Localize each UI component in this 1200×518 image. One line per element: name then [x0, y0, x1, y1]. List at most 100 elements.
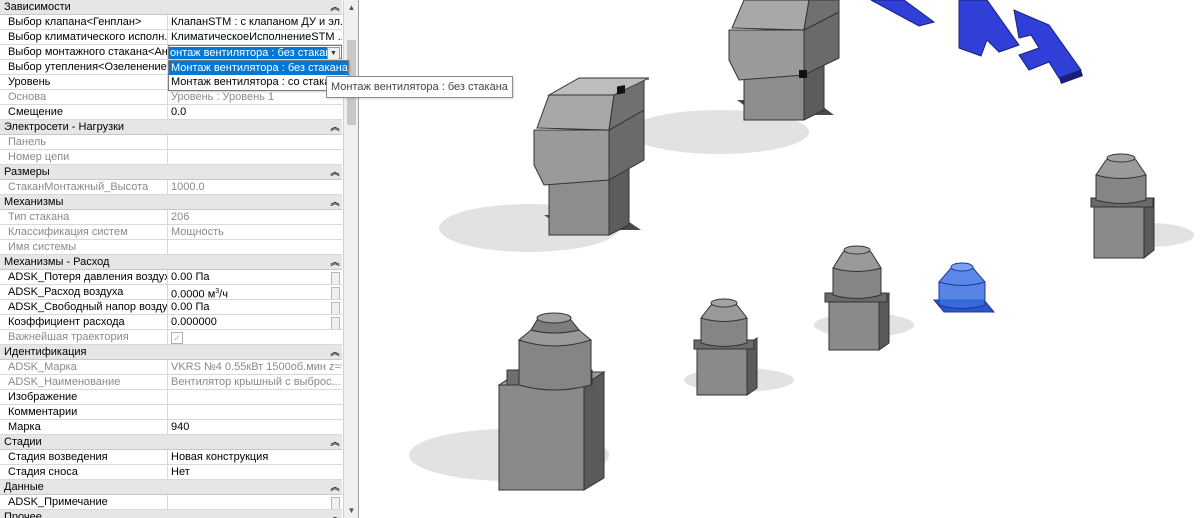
- property-row: Номер цепи: [0, 150, 342, 165]
- property-name: ADSK_Свободный напор воздуха: [0, 300, 168, 314]
- property-name: Смещение: [0, 105, 168, 119]
- property-value[interactable]: 0.0: [168, 105, 342, 119]
- property-name: Основа: [0, 90, 168, 104]
- value-text: 0.00 Па: [171, 301, 210, 313]
- group-mechanical-flow[interactable]: Механизмы - Расход ︽: [0, 255, 342, 270]
- property-row[interactable]: ADSK_Примечание: [0, 495, 342, 510]
- group-phasing[interactable]: Стадии ︽: [0, 435, 342, 450]
- property-value[interactable]: 0.0000 м3/ч: [168, 285, 342, 299]
- collapse-icon[interactable]: ︽: [328, 345, 342, 359]
- property-value[interactable]: [168, 495, 342, 509]
- group-title: Прочее: [4, 511, 42, 518]
- property-name: Имя системы: [0, 240, 168, 254]
- property-value: Уровень : Уровень 1: [171, 91, 275, 103]
- roof-fan-selected[interactable]: [932, 262, 996, 313]
- group-electrical[interactable]: Электросети - Нагрузки ︽: [0, 120, 342, 135]
- unit-suffix: /ч: [219, 288, 228, 299]
- property-row[interactable]: Выбор клапана<Генплан> КлапанSTM : с кла…: [0, 15, 342, 30]
- property-name: ADSK_Примечание: [0, 495, 168, 509]
- property-name: Панель: [0, 135, 168, 149]
- group-mechanical[interactable]: Механизмы ︽: [0, 195, 342, 210]
- property-row[interactable]: ADSK_Свободный напор воздуха 0.00 Па: [0, 300, 342, 315]
- tooltip: Монтаж вентилятора : без стакана: [326, 76, 513, 98]
- collapse-icon[interactable]: ︽: [328, 165, 342, 179]
- group-identity[interactable]: Идентификация ︽: [0, 345, 342, 360]
- property-value[interactable]: Новая конструкция: [168, 450, 342, 464]
- property-row[interactable]: Марка 940: [0, 420, 342, 435]
- mounting-combobox[interactable]: онтаж вентилятора : без стакана ▼: [168, 45, 342, 59]
- property-row[interactable]: Комментарии: [0, 405, 342, 420]
- chevron-down-icon[interactable]: ▼: [327, 47, 340, 59]
- dropdown-option[interactable]: Монтаж вентилятора : без стакана: [169, 61, 348, 75]
- associate-parameter-button[interactable]: [331, 497, 340, 509]
- property-row[interactable]: ADSK_Расход воздуха 0.0000 м3/ч: [0, 285, 342, 300]
- property-row[interactable]: Стадия сноса Нет: [0, 465, 342, 480]
- collapse-icon[interactable]: ︽: [328, 510, 342, 518]
- mounting-dropdown-list[interactable]: Монтаж вентилятора : без стакана Монтаж …: [168, 60, 349, 91]
- property-value: Вентилятор крышный с выброс...: [171, 376, 341, 388]
- collapse-icon[interactable]: ︽: [328, 255, 342, 269]
- property-name: Классификация систем: [0, 225, 168, 239]
- property-row: Имя системы: [0, 240, 342, 255]
- collapse-icon[interactable]: ︽: [328, 480, 342, 494]
- property-name: Важнейшая траектория: [0, 330, 168, 344]
- property-value: 1000.0: [171, 181, 205, 193]
- property-row[interactable]: Изображение: [0, 390, 342, 405]
- combobox-field[interactable]: онтаж вентилятора : без стакана ▼: [168, 45, 342, 59]
- group-other[interactable]: Прочее ︽: [0, 510, 342, 518]
- property-name: Выбор климатического исполн...: [0, 30, 168, 44]
- collapse-icon[interactable]: ︽: [328, 0, 342, 14]
- associate-parameter-button[interactable]: [331, 302, 340, 314]
- roof-fan-cylinder-medium[interactable]: [693, 298, 758, 396]
- dropdown-option[interactable]: Монтаж вентилятора : со стакано: [169, 75, 348, 89]
- property-row: ADSK_Наименование Вентилятор крышный с в…: [0, 375, 342, 390]
- property-value[interactable]: [168, 405, 342, 419]
- combobox-selected-text: онтаж вентилятора : без стакана: [169, 47, 339, 59]
- roof-fan-hood-large[interactable]: [728, 0, 840, 121]
- property-row[interactable]: Выбор климатического исполн... Климатиче…: [0, 30, 342, 45]
- property-row[interactable]: Смещение 0.0: [0, 105, 342, 120]
- scroll-up-icon[interactable]: ▲: [344, 0, 358, 15]
- group-data[interactable]: Данные ︽: [0, 480, 342, 495]
- property-name: ADSK_Расход воздуха: [0, 285, 168, 299]
- roof-fan-hood-large[interactable]: [533, 77, 650, 236]
- property-row[interactable]: Выбор монтажного стакана<Ан... онтаж вен…: [0, 45, 342, 60]
- value-text: 0.000000: [171, 316, 217, 328]
- property-value[interactable]: 0.000000: [168, 315, 342, 329]
- property-value[interactable]: Нет: [168, 465, 342, 479]
- associate-parameter-button[interactable]: [331, 317, 340, 329]
- property-value[interactable]: 940: [168, 420, 342, 434]
- property-row[interactable]: Стадия возведения Новая конструкция: [0, 450, 342, 465]
- roof-fan-cylinder-large[interactable]: [497, 312, 606, 491]
- roof-fan-cylinder-medium[interactable]: [824, 245, 890, 351]
- property-row: СтаканМонтажный_Высота 1000.0: [0, 180, 342, 195]
- property-row: Тип стакана 206: [0, 210, 342, 225]
- property-value[interactable]: 0.00 Па: [168, 270, 342, 284]
- property-value: 206: [171, 211, 190, 223]
- property-name: ADSK_Наименование: [0, 375, 168, 389]
- property-value[interactable]: КлапанSTM : с клапаном ДУ и эл...: [168, 15, 342, 29]
- roof-fan-cylinder-small[interactable]: [1090, 153, 1155, 260]
- property-name: ADSK_Потеря давления воздуха: [0, 270, 168, 284]
- property-value: [168, 150, 342, 164]
- property-row: Основа Уровень : Уровень 1: [0, 90, 342, 105]
- collapse-icon[interactable]: ︽: [328, 435, 342, 449]
- property-value[interactable]: [168, 390, 342, 404]
- property-name: СтаканМонтажный_Высота: [0, 180, 168, 194]
- group-dimensions[interactable]: Размеры ︽: [0, 165, 342, 180]
- group-title: Зависимости: [4, 1, 71, 13]
- property-row[interactable]: ADSK_Потеря давления воздуха 0.00 Па: [0, 270, 342, 285]
- group-constraints[interactable]: Зависимости ︽: [0, 0, 342, 15]
- model-text-3d: [870, 0, 1083, 84]
- scroll-down-icon[interactable]: ▼: [344, 503, 358, 518]
- property-name: Выбор утепления<Озеленение>: [0, 60, 168, 74]
- property-value[interactable]: КлиматическоеИсполнениеSTM ...: [168, 30, 342, 44]
- property-value[interactable]: 0.00 Па: [168, 300, 342, 314]
- collapse-icon[interactable]: ︽: [328, 120, 342, 134]
- property-row: Панель: [0, 135, 342, 150]
- property-value: [168, 240, 342, 254]
- associate-parameter-button[interactable]: [331, 272, 340, 284]
- associate-parameter-button[interactable]: [331, 287, 340, 299]
- collapse-icon[interactable]: ︽: [328, 195, 342, 209]
- property-row[interactable]: Коэффициент расхода 0.000000: [0, 315, 342, 330]
